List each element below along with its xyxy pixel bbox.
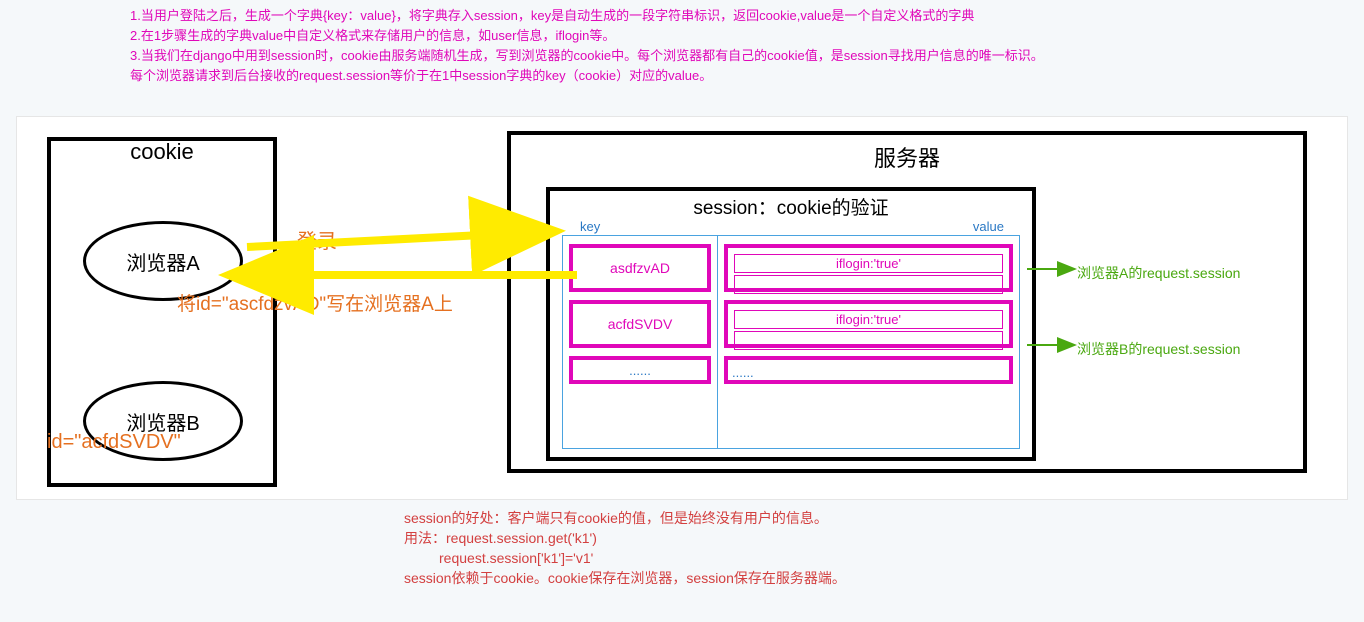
intro-line-2: 2.在1步骤生成的字典value中自定义格式来存储用户的信息，如user信息，i… — [130, 26, 1044, 46]
value-cell: iflogin:'true' — [724, 300, 1013, 348]
value-column: iflogin:'true' iflogin:'true' ...... — [718, 236, 1019, 448]
server-box: 服务器 session：cookie的验证 key value asdfzvAD… — [507, 131, 1307, 473]
key-column: asdfzvAD acfdSVDV ...... — [563, 236, 718, 448]
footer-line-2: 用法：request.session.get('k1') — [404, 528, 846, 548]
key-cell-ellipsis: ...... — [569, 356, 711, 384]
footer-line-4: session依赖于cookie。cookie保存在浏览器，session保存在… — [404, 568, 846, 588]
write-id-label: 将id="ascfdzvAD"写在浏览器A上 — [177, 289, 453, 316]
footer-line-3: request.session['k1']='v1' — [404, 548, 846, 568]
ellipsis: ...... — [629, 363, 651, 378]
value-cell: iflogin:'true' — [724, 244, 1013, 292]
value-cell-ellipsis: ...... — [724, 356, 1013, 384]
key-column-label: key — [580, 219, 600, 234]
session-title: session：cookie的验证 — [550, 193, 1032, 220]
intro-line-3: 3.当我们在django中用到session时，cookie由服务端随机生成，写… — [130, 46, 1044, 66]
intro-line-1: 1.当用户登陆之后，生成一个字典{key：value}，将字典存入session… — [130, 6, 1044, 26]
diagram-canvas: cookie 浏览器A 浏览器B id="acfdSVDV" 登录 将id="a… — [16, 116, 1348, 500]
footer-notes: session的好处：客户端只有cookie的值，但是始终没有用户的信息。 用法… — [404, 508, 846, 588]
cookie-title: cookie — [51, 139, 273, 165]
key-text: asdfzvAD — [610, 260, 670, 276]
key-cell: acfdSVDV — [569, 300, 711, 348]
session-table: asdfzvAD acfdSVDV ...... iflogin:'true' … — [562, 235, 1020, 449]
footer-line-1: session的好处：客户端只有cookie的值，但是始终没有用户的信息。 — [404, 508, 846, 528]
value-inner: iflogin:'true' — [734, 254, 1003, 273]
server-title: 服务器 — [511, 141, 1303, 173]
session-box: session：cookie的验证 key value asdfzvAD acf… — [546, 187, 1036, 461]
annotation-browser-a: 浏览器A的request.session — [1077, 263, 1240, 283]
login-arrow — [247, 232, 542, 247]
key-cell: asdfzvAD — [569, 244, 711, 292]
browser-b-id-label: id="acfdSVDV" — [47, 431, 181, 454]
key-text: acfdSVDV — [608, 316, 673, 332]
intro-text: 1.当用户登陆之后，生成一个字典{key：value}，将字典存入session… — [130, 6, 1044, 86]
value-inner-blank — [734, 331, 1003, 350]
annotation-browser-b: 浏览器B的request.session — [1077, 339, 1240, 359]
ellipsis: ...... — [732, 365, 754, 380]
value-column-label: value — [973, 219, 1004, 234]
intro-line-4: 每个浏览器请求到后台接收的request.session等价于在1中sessio… — [130, 66, 1044, 86]
value-inner-blank — [734, 275, 1003, 294]
value-inner: iflogin:'true' — [734, 310, 1003, 329]
login-label: 登录 — [297, 225, 337, 254]
